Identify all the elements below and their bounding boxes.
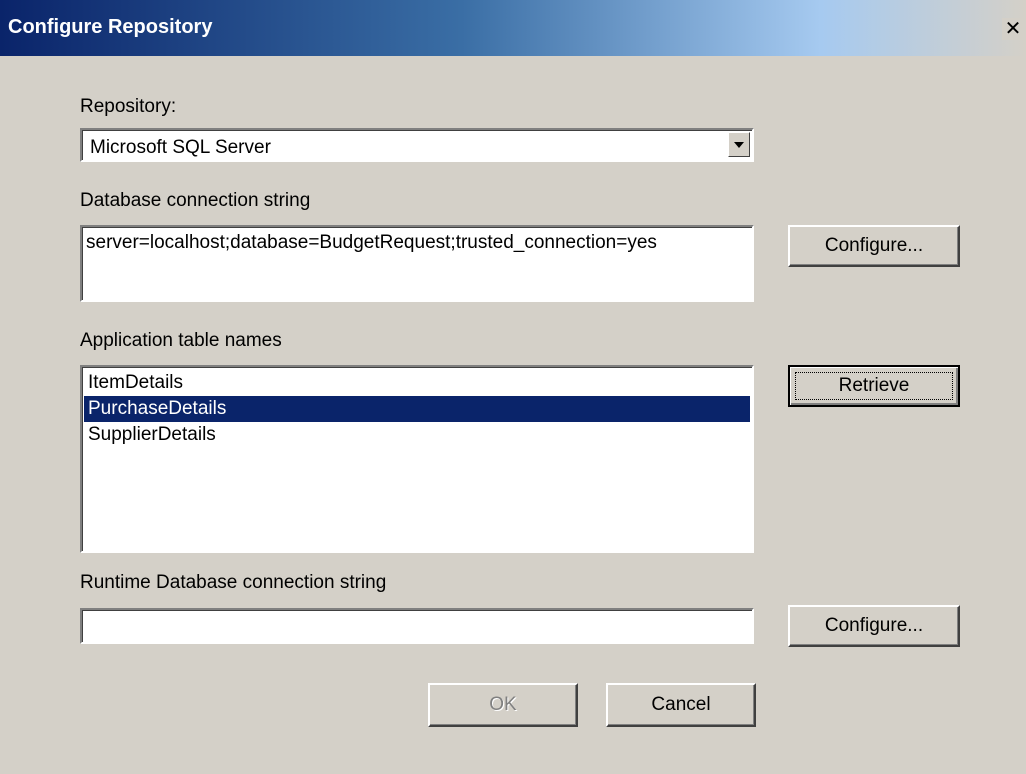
cancel-button-label: Cancel bbox=[651, 694, 711, 715]
db-connection-input[interactable]: server=localhost;database=BudgetRequest;… bbox=[80, 225, 754, 302]
list-item-itemdetails[interactable]: ItemDetails bbox=[84, 370, 750, 396]
window-title: Configure Repository bbox=[8, 16, 213, 38]
configure-runtime-button[interactable]: Configure... bbox=[788, 605, 960, 647]
retrieve-button-label: Retrieve bbox=[838, 375, 910, 396]
title-bar: Configure Repository bbox=[0, 0, 1026, 56]
list-item-purchasedetails[interactable]: PurchaseDetails bbox=[84, 396, 750, 422]
ok-button-label: OK bbox=[489, 694, 517, 715]
db-connection-label: Database connection string bbox=[80, 190, 311, 211]
cancel-button[interactable]: Cancel bbox=[606, 683, 756, 727]
app-tables-label: Application table names bbox=[80, 330, 282, 351]
repository-label: Repository: bbox=[80, 96, 177, 117]
ok-button[interactable]: OK bbox=[428, 683, 578, 727]
list-item-supplierdetails[interactable]: SupplierDetails bbox=[84, 422, 750, 448]
runtime-connection-label: Runtime Database connection string bbox=[80, 572, 387, 593]
db-connection-value: server=localhost;database=BudgetRequest;… bbox=[86, 232, 657, 253]
app-tables-list[interactable]: ItemDetails PurchaseDetails SupplierDeta… bbox=[80, 365, 754, 553]
repository-selected-value: Microsoft SQL Server bbox=[90, 137, 271, 158]
configure-db-button-label: Configure... bbox=[824, 235, 924, 256]
configure-db-button[interactable]: Configure... bbox=[788, 225, 960, 267]
close-icon[interactable]: ✕ bbox=[1002, 18, 1024, 40]
configure-runtime-button-label: Configure... bbox=[824, 615, 924, 636]
chevron-down-icon[interactable] bbox=[728, 132, 750, 157]
retrieve-button[interactable]: Retrieve bbox=[788, 365, 960, 407]
repository-dropdown[interactable]: Microsoft SQL Server bbox=[80, 128, 754, 162]
runtime-connection-input[interactable] bbox=[80, 608, 754, 644]
